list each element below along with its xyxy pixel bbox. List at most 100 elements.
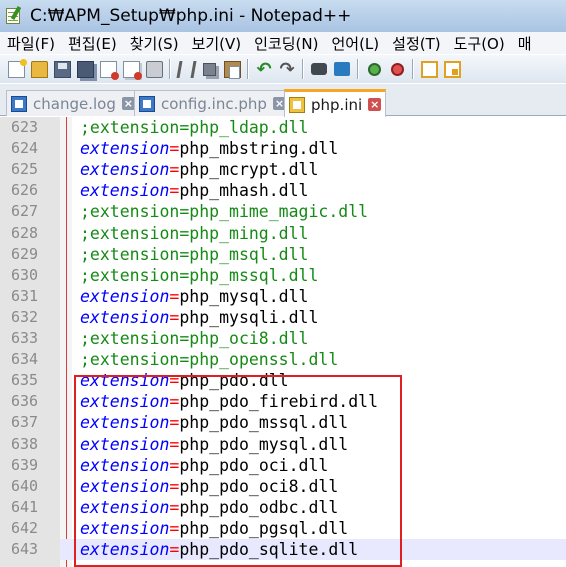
code-text: extension=php_mbstring.dll: [80, 138, 338, 159]
code-line[interactable]: 638 extension=php_pdo_mysql.dll: [0, 434, 566, 455]
close-tab-icon[interactable]: ×: [368, 98, 382, 111]
ini-operator: =: [169, 455, 180, 475]
code-line[interactable]: 630 ;extension=php_mssql.dll: [0, 265, 566, 286]
tab-php-ini[interactable]: php.ini ×: [284, 89, 387, 117]
code-line[interactable]: 629 ;extension=php_msql.dll: [0, 244, 566, 265]
print-button[interactable]: [143, 58, 165, 80]
code-line[interactable]: 642 extension=php_pdo_pgsql.dll: [0, 518, 566, 539]
file-icon: [139, 95, 155, 112]
menu-search[interactable]: 찾기(S): [123, 33, 185, 54]
ini-value: php_mysqli.dll: [179, 307, 319, 327]
title-bar[interactable]: C:₩APM_Setup₩php.ini - Notepad++: [0, 0, 566, 32]
code-text: ;extension=php_openssl.dll: [80, 349, 338, 370]
ini-value: php_pdo.dll: [179, 371, 289, 391]
code-text: ;extension=php_ming.dll: [80, 223, 308, 244]
save-all-button[interactable]: [74, 58, 96, 80]
ini-key: extension: [80, 518, 170, 538]
code-line[interactable]: 633 ;extension=php_oci8.dll: [0, 328, 566, 349]
code-line[interactable]: 639 extension=php_pdo_oci.dll: [0, 455, 566, 476]
code-line[interactable]: 634 ;extension=php_openssl.dll: [0, 349, 566, 370]
editor-pane[interactable]: 623 ;extension=php_ldap.dll 624 extension=p…: [0, 117, 566, 567]
menu-encoding[interactable]: 인코딩(N): [247, 33, 324, 54]
ini-key: extension: [80, 413, 170, 433]
code-line[interactable]: 631 extension=php_mysql.dll: [0, 286, 566, 307]
sync-scroll-button[interactable]: [441, 58, 463, 80]
line-number: 639: [11, 455, 39, 474]
line-number: 642: [11, 518, 39, 537]
save-button[interactable]: [51, 58, 73, 80]
code-line[interactable]: 628 ;extension=php_ming.dll: [0, 223, 566, 244]
ini-key: extension: [80, 160, 170, 180]
copy-button[interactable]: [198, 58, 220, 80]
code-line[interactable]: 643 extension=php_pdo_sqlite.dll: [0, 539, 566, 561]
file-icon: [11, 95, 27, 112]
tab-config-inc-php[interactable]: config.inc.php ×: [134, 90, 291, 116]
open-file-icon: [30, 60, 48, 78]
menu-file[interactable]: 파일(F): [0, 33, 61, 54]
code-line[interactable]: 636 extension=php_pdo_firebird.dll: [0, 391, 566, 412]
new-file-button[interactable]: [5, 58, 27, 80]
ini-operator: =: [169, 286, 180, 306]
code-line[interactable]: 637 extension=php_pdo_mssql.dll: [0, 412, 566, 433]
code-text: extension=php_mcrypt.dll: [80, 159, 318, 180]
menu-edit[interactable]: 편집(E): [61, 33, 123, 54]
code-line[interactable]: 632 extension=php_mysqli.dll: [0, 307, 566, 328]
close-button[interactable]: [97, 58, 119, 80]
word-wrap-button[interactable]: [418, 58, 440, 80]
code-text: extension=php_mhash.dll: [80, 180, 308, 201]
menu-settings[interactable]: 설정(T): [385, 33, 446, 54]
ini-value: php_pdo_firebird.dll: [179, 392, 379, 412]
ini-value: php_mbstring.dll: [179, 139, 339, 159]
zoom-out-button[interactable]: [386, 58, 408, 80]
code-text: extension=php_pdo_mssql.dll: [80, 412, 348, 433]
code-line[interactable]: 623 ;extension=php_ldap.dll: [0, 117, 566, 138]
find-button[interactable]: [308, 58, 330, 80]
code-line[interactable]: 625 extension=php_mcrypt.dll: [0, 159, 566, 180]
cut-button[interactable]: [175, 58, 197, 80]
code-line[interactable]: 624 extension=php_mbstring.dll: [0, 138, 566, 159]
code-line[interactable]: 640 extension=php_pdo_oci8.dll: [0, 476, 566, 497]
save-icon: [53, 60, 71, 78]
menu-macro[interactable]: 매: [511, 33, 538, 54]
code-line[interactable]: 641 extension=php_pdo_odbc.dll: [0, 497, 566, 518]
undo-button[interactable]: ↶: [253, 58, 275, 80]
line-number: 643: [0, 539, 60, 560]
comment-text: ;extension=php_mime_magic.dll: [80, 202, 369, 222]
code-text: ;extension=php_ldap.dll: [80, 117, 308, 138]
tab-label: config.inc.php: [161, 94, 267, 113]
paste-button[interactable]: [221, 58, 243, 80]
line-number: 624: [11, 139, 39, 158]
code-line[interactable]: 626 extension=php_mhash.dll: [0, 180, 566, 201]
ini-operator: =: [169, 160, 180, 180]
redo-button[interactable]: ↷: [276, 58, 298, 80]
line-number: 623: [11, 118, 39, 136]
line-number: 629: [11, 244, 39, 263]
toolbar-separator: [247, 59, 249, 79]
zoom-in-button[interactable]: [363, 58, 385, 80]
ini-value: php_pdo_oci.dll: [179, 455, 329, 475]
code-text: extension=php_pdo_oci8.dll: [80, 476, 338, 497]
redo-icon: ↷: [279, 58, 295, 80]
code-line[interactable]: 627 ;extension=php_mime_magic.dll: [0, 201, 566, 222]
menu-view[interactable]: 보기(V): [185, 33, 248, 54]
comment-text: ;extension=php_openssl.dll: [80, 350, 339, 370]
sync-scroll-icon: [443, 60, 461, 78]
menu-tools[interactable]: 도구(O): [447, 33, 511, 54]
ini-key: extension: [80, 497, 170, 517]
toolbar: ↶ ↷: [0, 55, 566, 83]
replace-button[interactable]: [331, 58, 353, 80]
ini-key: extension: [80, 139, 170, 159]
ini-key: extension: [80, 455, 170, 475]
close-all-button[interactable]: [120, 58, 142, 80]
tab-label: php.ini: [311, 95, 363, 114]
menu-language[interactable]: 언어(L): [324, 33, 385, 54]
line-number: 638: [11, 434, 39, 453]
ini-operator: =: [169, 497, 180, 517]
open-file-button[interactable]: [28, 58, 50, 80]
tab-change-log[interactable]: change.log ×: [6, 90, 140, 116]
ini-value: php_pdo_oci8.dll: [179, 476, 339, 496]
close-tab-icon[interactable]: ×: [121, 97, 135, 110]
ini-key: extension: [80, 434, 170, 454]
code-line[interactable]: 635 extension=php_pdo.dll: [0, 370, 566, 391]
line-number: 636: [11, 392, 39, 411]
